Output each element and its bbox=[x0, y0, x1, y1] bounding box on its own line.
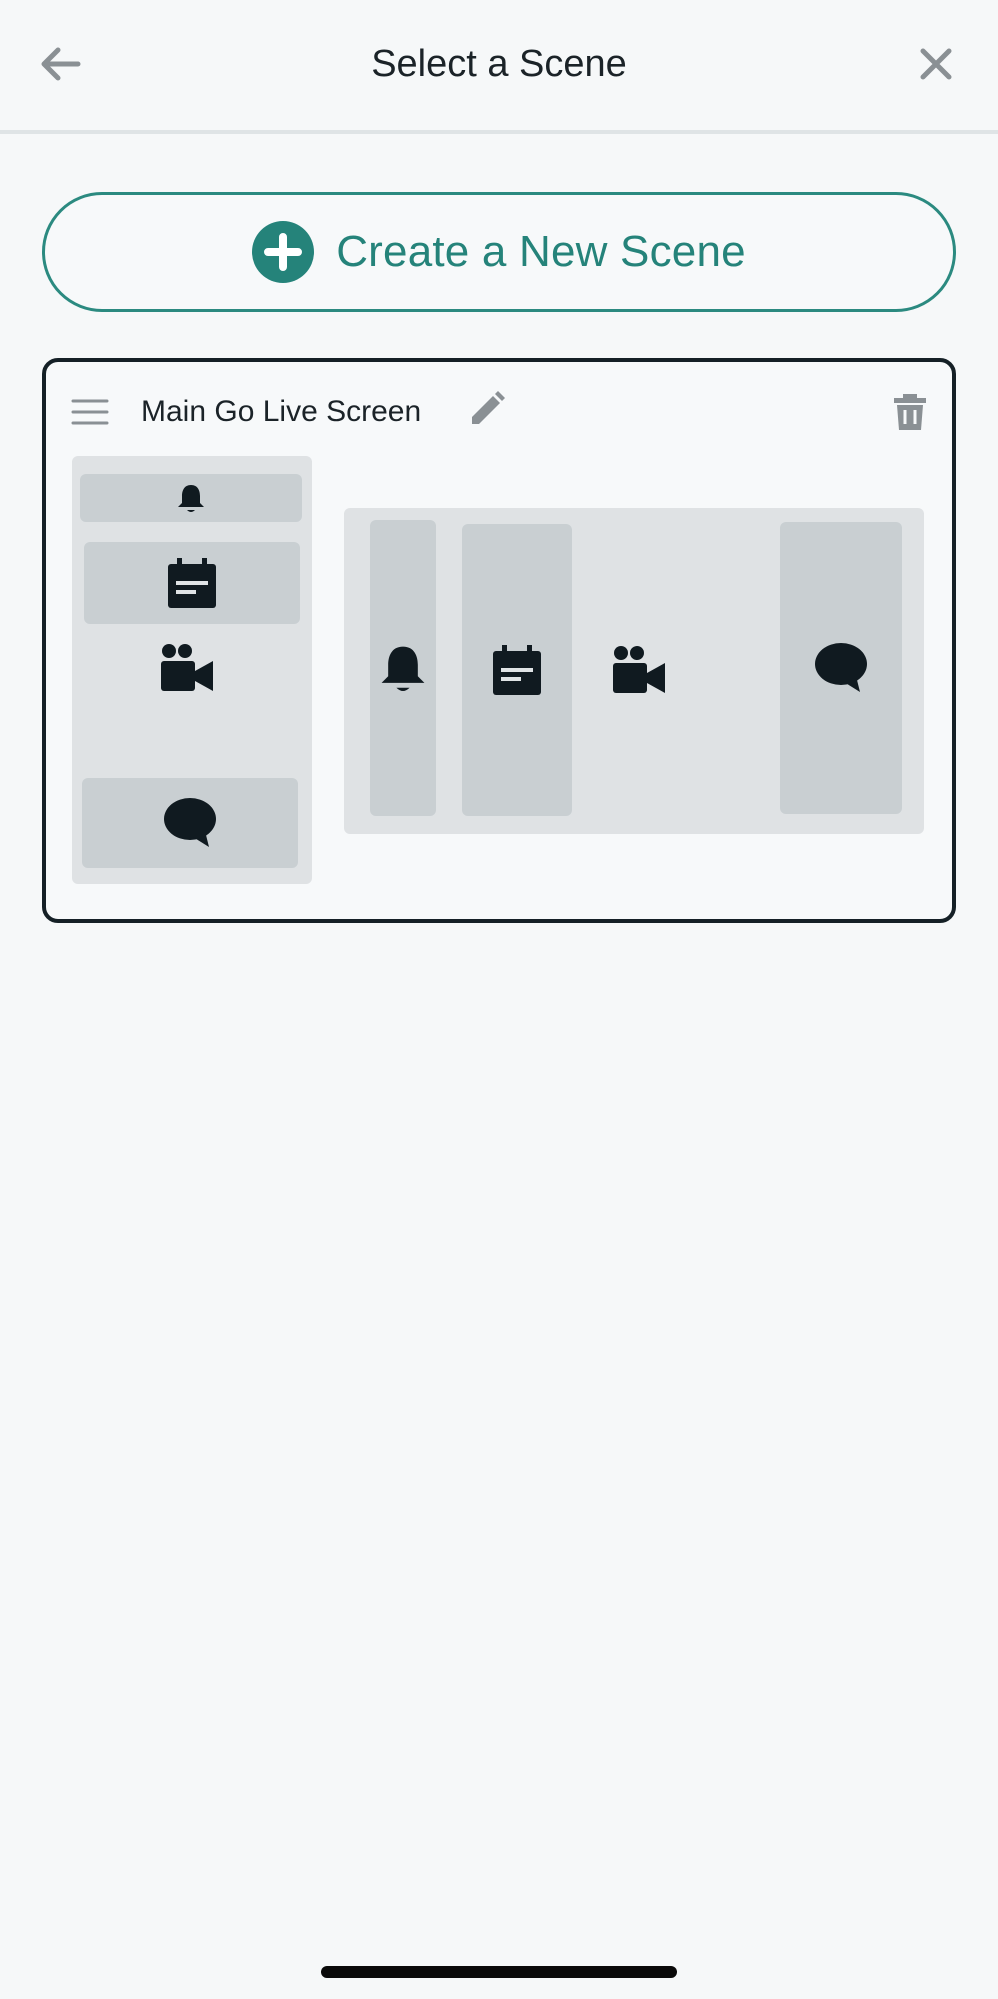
bell-icon bbox=[381, 646, 425, 692]
portrait-calendar-slot bbox=[84, 542, 300, 624]
landscape-camera-area bbox=[594, 638, 684, 702]
calendar-note-icon bbox=[493, 645, 541, 695]
create-new-scene-label: Create a New Scene bbox=[336, 227, 746, 276]
video-camera-icon bbox=[613, 646, 665, 693]
header-bar: Select a Scene bbox=[0, 0, 998, 134]
landscape-bell-slot bbox=[370, 520, 436, 816]
home-indicator bbox=[321, 1966, 677, 1978]
close-button[interactable] bbox=[906, 34, 966, 94]
edit-scene-button[interactable] bbox=[464, 388, 508, 432]
bell-icon bbox=[178, 485, 204, 512]
close-icon bbox=[920, 48, 952, 80]
select-scene-screen: Select a Scene Create a New Scene Main G… bbox=[0, 0, 998, 1999]
plus-circle-icon bbox=[252, 221, 315, 283]
trash-icon bbox=[894, 394, 926, 430]
pencil-icon bbox=[472, 391, 505, 424]
calendar-note-icon bbox=[168, 558, 216, 608]
video-camera-icon bbox=[161, 644, 213, 691]
drag-handle[interactable] bbox=[70, 392, 110, 432]
portrait-chat-slot bbox=[82, 778, 298, 868]
portrait-bell-slot bbox=[80, 474, 302, 522]
scene-card[interactable]: Main Go Live Screen bbox=[42, 358, 956, 923]
landscape-calendar-slot bbox=[462, 524, 572, 816]
back-button[interactable] bbox=[30, 34, 90, 94]
landscape-layout-preview[interactable] bbox=[344, 508, 924, 834]
page-title: Select a Scene bbox=[371, 43, 627, 85]
chat-bubble-icon bbox=[815, 643, 867, 692]
chat-bubble-icon bbox=[164, 798, 216, 847]
drag-handle-icon bbox=[71, 399, 109, 425]
create-new-scene-button[interactable]: Create a New Scene bbox=[42, 192, 956, 312]
delete-scene-button[interactable] bbox=[890, 390, 930, 434]
arrow-left-icon bbox=[41, 47, 81, 81]
portrait-layout-preview[interactable] bbox=[72, 456, 312, 884]
portrait-camera-area bbox=[132, 638, 242, 698]
landscape-chat-slot bbox=[780, 522, 902, 814]
scene-name: Main Go Live Screen bbox=[141, 395, 422, 428]
